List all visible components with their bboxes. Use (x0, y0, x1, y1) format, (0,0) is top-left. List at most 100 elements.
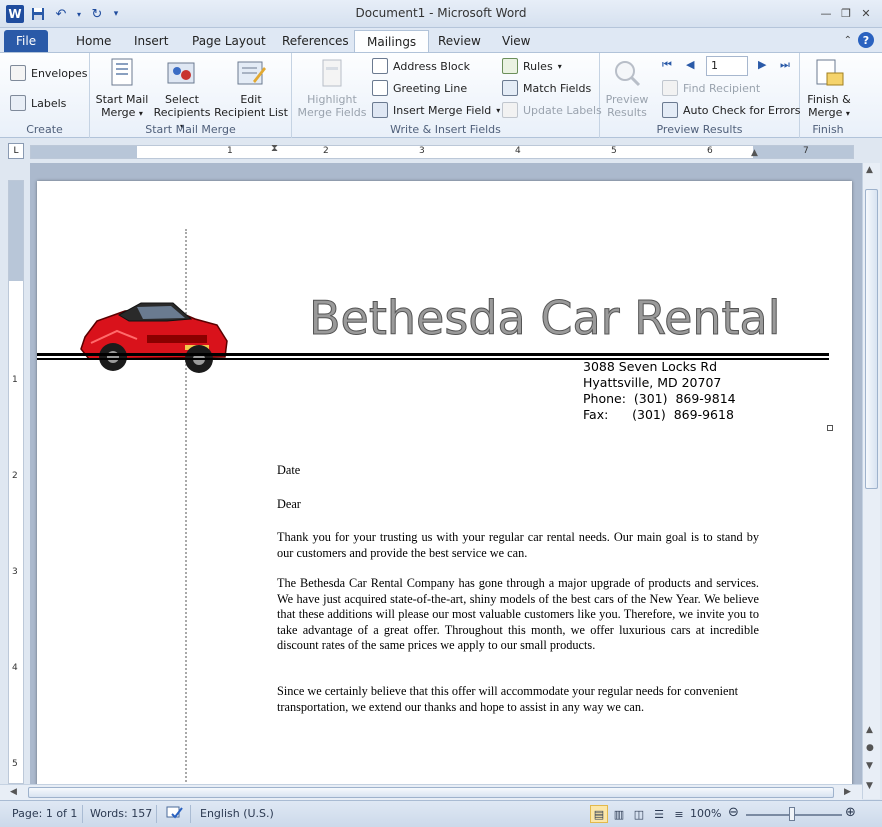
scroll-down-icon[interactable]: ▼ (866, 781, 873, 791)
page-count[interactable]: Page: 1 of 1 (12, 807, 77, 820)
previous-record-icon[interactable]: ◀ (686, 58, 694, 71)
vertical-ruler[interactable]: 1 2 3 4 5 (8, 180, 24, 784)
outline-icon[interactable]: ☰ (650, 805, 668, 823)
document-page[interactable]: Bethesda Car Rental 3088 Seven Locks Rd … (37, 181, 852, 799)
vertical-scroll-thumb[interactable] (865, 189, 878, 489)
edit-recipient-list-button[interactable]: Edit Recipient List (214, 57, 288, 119)
group-label-preview: Preview Results (656, 123, 743, 136)
tab-selector[interactable]: L (8, 143, 24, 159)
word-count[interactable]: Words: 157 (90, 807, 152, 820)
close-icon[interactable]: ✕ (858, 5, 874, 21)
group-start-mail-merge: Start Mail Merge ▾ Select Recipients ▾ E… (90, 53, 292, 138)
edit-recipient-list-label: Edit (240, 93, 262, 106)
vruler-tick-label: 1 (12, 375, 18, 385)
record-number-input[interactable]: 1 (706, 56, 748, 76)
resize-handle[interactable] (827, 425, 833, 431)
help-icon[interactable]: ? (858, 32, 874, 48)
labels-button[interactable]: Labels (10, 93, 66, 113)
tab-home[interactable]: Home (64, 30, 123, 52)
window-title: Document1 - Microsoft Word (355, 6, 527, 20)
zoom-in-icon[interactable]: ⊕ (845, 805, 856, 820)
minimize-icon[interactable]: — (818, 5, 834, 21)
ribbon: Envelopes Labels Create Start Mail Merge… (0, 52, 882, 138)
draft-icon[interactable]: ≡ (670, 805, 688, 823)
scroll-up-page-icon[interactable]: ▲ (866, 725, 873, 735)
highlight-merge-fields-button[interactable]: Highlight Merge Fields (296, 57, 368, 119)
greeting-line-label: Greeting Line (393, 81, 468, 95)
find-recipient-button[interactable]: Find Recipient (662, 78, 760, 98)
scroll-down-page-icon[interactable]: ▼ (866, 761, 873, 771)
scroll-left-icon[interactable]: ◀ (10, 787, 17, 797)
scroll-up-icon[interactable]: ▲ (866, 165, 873, 175)
greeting-line-button[interactable]: Greeting Line (372, 78, 467, 98)
highlight-label: Highlight (307, 93, 357, 106)
ruler-tick-label: 2 (323, 146, 329, 156)
zoom-level[interactable]: 100% (690, 807, 721, 820)
edit-recipient-list-icon (237, 61, 266, 85)
ruler-tick-label: 7 (803, 146, 809, 156)
title-bar: W ↶ ▾ ↻ ▾ Document1 - Microsoft Word — ❐… (0, 0, 882, 28)
restore-icon[interactable]: ❐ (838, 5, 854, 21)
envelopes-button[interactable]: Envelopes (10, 63, 87, 83)
language[interactable]: English (U.S.) (200, 807, 274, 820)
labels-label: Labels (31, 96, 67, 110)
print-layout-icon[interactable]: ▤ (590, 805, 608, 823)
preview-label: Preview (605, 93, 649, 106)
insert-merge-field-label: Insert Merge Field (393, 103, 492, 117)
ruler-tick-label: 4 (515, 146, 521, 156)
horizontal-scrollbar[interactable]: ◀ ▶ (0, 784, 862, 800)
last-record-icon[interactable]: ⏭ (780, 58, 790, 72)
group-create: Envelopes Labels Create (0, 53, 90, 138)
vruler-top-margin (9, 181, 23, 281)
document-area[interactable]: Bethesda Car Rental 3088 Seven Locks Rd … (30, 163, 862, 799)
full-screen-reading-icon[interactable]: ▥ (610, 805, 628, 823)
group-write-insert-fields: Highlight Merge Fields Address Block Gre… (292, 53, 602, 138)
preview-results-button[interactable]: Preview Results (602, 57, 652, 119)
select-browse-object-icon[interactable]: ● (866, 743, 874, 753)
tab-mailings[interactable]: Mailings (354, 30, 430, 52)
select-recipients-button[interactable]: Select Recipients ▾ (150, 57, 214, 133)
insert-merge-field-button[interactable]: Insert Merge Field ▾ (372, 100, 500, 120)
update-labels-button[interactable]: Update Labels (502, 100, 602, 120)
tab-file[interactable]: File (4, 30, 49, 52)
next-record-icon[interactable]: ▶ (758, 58, 766, 71)
zoom-out-icon[interactable]: ⊖ (728, 805, 739, 820)
status-bar: Page: 1 of 1 Words: 157 English (U.S.) ▤… (0, 800, 882, 827)
chevron-down-icon: ▾ (496, 105, 501, 115)
find-recipient-icon (662, 80, 678, 96)
update-labels-label: Update Labels (523, 103, 602, 117)
first-record-icon[interactable]: ⏮ (662, 58, 672, 72)
auto-check-errors-button[interactable]: Auto Check for Errors (662, 100, 801, 120)
web-layout-icon[interactable]: ◫ (630, 805, 648, 823)
scroll-right-icon[interactable]: ▶ (844, 787, 851, 797)
tab-insert[interactable]: Insert (122, 30, 180, 52)
group-label-finish: Finish (812, 123, 844, 136)
finish-merge-button[interactable]: Finish & Merge ▾ (802, 57, 856, 120)
zoom-slider-knob[interactable] (789, 807, 795, 821)
vertical-scrollbar[interactable]: ▲ ▲ ● ▼ ▼ (862, 163, 880, 799)
ruler-tick-label: 1 (227, 146, 233, 156)
preview-label-2: Results (607, 106, 647, 119)
horizontal-scroll-thumb[interactable] (28, 787, 834, 798)
tab-references[interactable]: References (270, 30, 361, 52)
match-fields-button[interactable]: Match Fields (502, 78, 591, 98)
select-recipients-icon (167, 62, 195, 84)
minimize-ribbon-icon[interactable]: ⌃ (844, 35, 852, 46)
rules-button[interactable]: Rules ▾ (502, 56, 562, 76)
right-indent-marker-icon[interactable]: ▲ (751, 148, 758, 158)
indent-marker-icon[interactable]: ⧗ (271, 143, 278, 154)
group-label-create: Create (26, 123, 63, 136)
tab-review[interactable]: Review (426, 30, 493, 52)
horizontal-ruler[interactable]: 1 2 3 4 5 6 7 ⧗ ▲ (30, 143, 854, 159)
chevron-down-icon: ▾ (557, 61, 562, 71)
start-mail-merge-icon (111, 58, 133, 86)
address-block-button[interactable]: Address Block (372, 56, 470, 76)
select-recipients-label: Select (165, 93, 199, 106)
address-block-icon (372, 58, 388, 74)
envelopes-label: Envelopes (31, 66, 88, 80)
status-separator (82, 805, 83, 823)
start-mail-merge-button[interactable]: Start Mail Merge ▾ (94, 57, 150, 120)
tab-page-layout[interactable]: Page Layout (180, 30, 278, 52)
tab-view[interactable]: View (490, 30, 542, 52)
proofing-icon[interactable] (166, 805, 184, 824)
